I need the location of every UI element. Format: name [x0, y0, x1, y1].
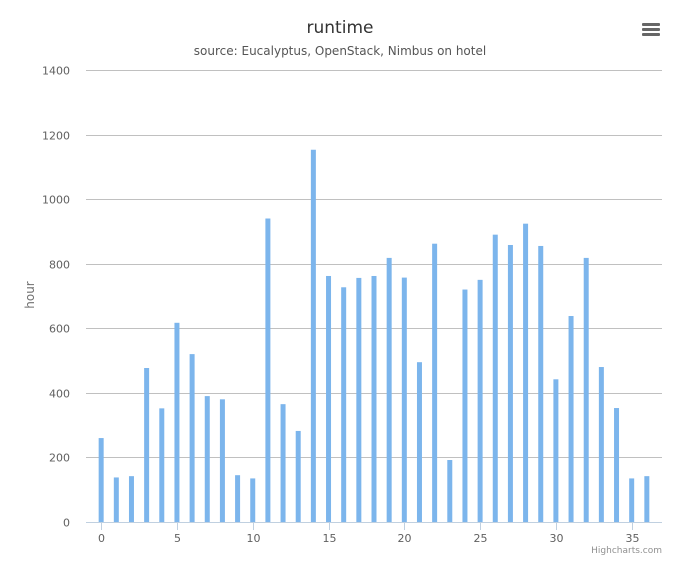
chart-container: runtime source: Eucalyptus, OpenStack, N… [0, 0, 680, 566]
bar[interactable] [144, 368, 150, 522]
chart-subtitle: source: Eucalyptus, OpenStack, Nimbus on… [194, 44, 486, 58]
y-tick-label: 1400 [42, 65, 70, 78]
x-axis: 0 5 10 15 20 25 30 35 [86, 522, 662, 545]
y-tick-label: 200 [49, 452, 70, 465]
x-tick-label: 20 [398, 532, 412, 545]
y-axis-title: hour [23, 281, 37, 309]
bar[interactable] [310, 149, 316, 522]
menu-line-middle [642, 28, 660, 31]
bar[interactable] [265, 218, 271, 522]
bar[interactable] [598, 367, 604, 522]
x-tick-label: 15 [323, 532, 337, 545]
credits-link[interactable]: Highcharts.com [591, 546, 662, 556]
y-tick-label: 1200 [42, 130, 70, 143]
y-tick-label: 400 [49, 388, 70, 401]
bar[interactable] [447, 460, 453, 522]
bar[interactable] [583, 257, 589, 522]
bar-series [98, 149, 650, 523]
bar[interactable] [356, 277, 362, 522]
y-tick-label: 0 [63, 517, 70, 530]
y-tick-label: 800 [49, 259, 70, 272]
bar[interactable] [492, 234, 498, 522]
bar[interactable] [614, 408, 620, 522]
bar[interactable] [386, 257, 392, 522]
x-tick-label: 5 [174, 532, 181, 545]
bar[interactable] [644, 476, 650, 522]
chart-title: runtime [307, 18, 374, 38]
bar[interactable] [189, 354, 195, 522]
bar[interactable] [507, 244, 513, 523]
bar[interactable] [462, 289, 468, 522]
bar[interactable] [371, 275, 377, 522]
menu-line-bottom [642, 33, 660, 36]
bar[interactable] [113, 477, 119, 522]
bar[interactable] [235, 475, 241, 522]
menu-line-top [642, 23, 660, 26]
bar[interactable] [219, 399, 225, 522]
x-tick-label: 30 [550, 532, 564, 545]
bar[interactable] [401, 277, 407, 522]
y-axis-ticks: 0 200 400 600 800 1000 1200 1400 [42, 65, 70, 530]
bar[interactable] [538, 245, 544, 522]
hamburger-menu-icon[interactable] [636, 16, 666, 42]
bar[interactable] [416, 362, 422, 522]
chart-svg: runtime source: Eucalyptus, OpenStack, N… [23, 16, 666, 556]
bar[interactable] [553, 379, 559, 522]
bar[interactable] [568, 316, 574, 522]
bar[interactable] [629, 478, 635, 522]
y-tick-label: 600 [49, 323, 70, 336]
bar[interactable] [204, 396, 210, 522]
bar[interactable] [326, 275, 332, 522]
x-tick-label: 10 [247, 532, 261, 545]
bar[interactable] [280, 404, 286, 522]
bar[interactable] [159, 408, 165, 522]
bar[interactable] [341, 287, 347, 522]
bar[interactable] [174, 322, 180, 522]
x-tick-label: 35 [626, 532, 640, 545]
bar[interactable] [432, 243, 438, 522]
bar[interactable] [128, 476, 134, 522]
y-tick-label: 1000 [42, 194, 70, 207]
bar[interactable] [523, 223, 529, 522]
bar[interactable] [477, 279, 483, 522]
x-tick-label: 25 [474, 532, 488, 545]
x-tick-label: 0 [98, 532, 105, 545]
bar[interactable] [295, 430, 301, 522]
bar[interactable] [98, 438, 104, 522]
bar[interactable] [250, 478, 256, 522]
